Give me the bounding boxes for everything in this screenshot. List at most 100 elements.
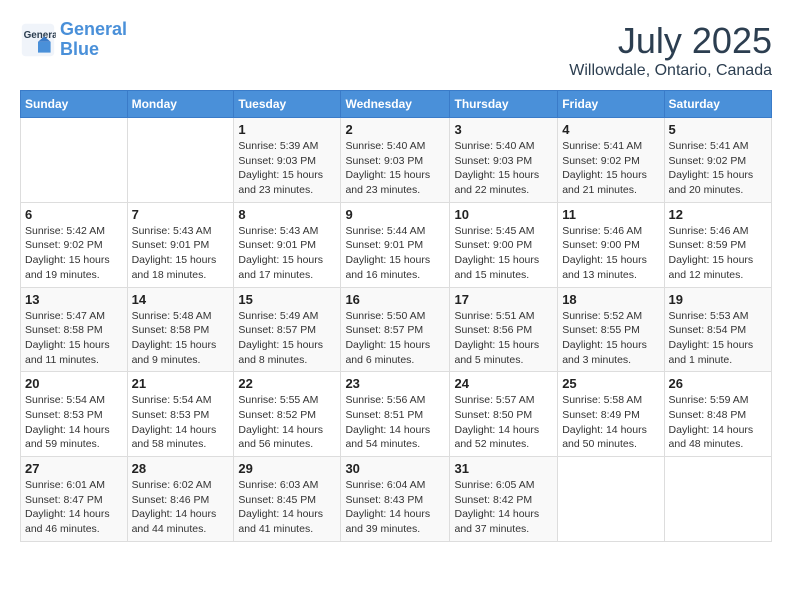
day-info: Sunrise: 5:46 AM Sunset: 8:59 PM Dayligh… [669,224,767,283]
calendar-cell: 29 Sunrise: 6:03 AM Sunset: 8:45 PM Dayli… [234,457,341,542]
day-number: 17 [454,292,553,307]
day-info: Sunrise: 6:04 AM Sunset: 8:43 PM Dayligh… [345,478,445,537]
calendar-cell: 3 Sunrise: 5:40 AM Sunset: 9:03 PM Daylig… [450,118,558,203]
calendar-week-row: 6 Sunrise: 5:42 AM Sunset: 9:02 PM Daylig… [21,202,772,287]
calendar-cell: 8 Sunrise: 5:43 AM Sunset: 9:01 PM Daylig… [234,202,341,287]
calendar-cell: 19 Sunrise: 5:53 AM Sunset: 8:54 PM Dayli… [664,287,771,372]
day-number: 21 [132,376,230,391]
calendar-cell: 16 Sunrise: 5:50 AM Sunset: 8:57 PM Dayli… [341,287,450,372]
day-number: 13 [25,292,123,307]
day-info: Sunrise: 5:54 AM Sunset: 8:53 PM Dayligh… [25,393,123,452]
calendar-cell: 17 Sunrise: 5:51 AM Sunset: 8:56 PM Dayli… [450,287,558,372]
calendar-cell: 1 Sunrise: 5:39 AM Sunset: 9:03 PM Daylig… [234,118,341,203]
day-number: 10 [454,207,553,222]
calendar-cell: 14Sunrise: 5:48 AM Sunset: 8:58 PM Dayli… [127,287,234,372]
day-number: 9 [345,207,445,222]
day-number: 24 [454,376,553,391]
calendar-table: SundayMondayTuesdayWednesdayThursdayFrid… [20,90,772,542]
calendar-cell: 13 Sunrise: 5:47 AM Sunset: 8:58 PM Dayli… [21,287,128,372]
location: Willowdale, Ontario, Canada [569,62,772,80]
svg-text:General: General [24,30,56,41]
day-of-week-header: Saturday [664,91,771,118]
day-info: Sunrise: 5:53 AM Sunset: 8:54 PM Dayligh… [669,309,767,368]
day-info: Sunrise: 5:45 AM Sunset: 9:00 PM Dayligh… [454,224,553,283]
calendar-cell: 18 Sunrise: 5:52 AM Sunset: 8:55 PM Dayli… [558,287,664,372]
day-number: 23 [345,376,445,391]
calendar-cell [127,118,234,203]
day-number: 5 [669,122,767,137]
calendar-cell: 25Sunrise: 5:58 AM Sunset: 8:49 PM Dayli… [558,372,664,457]
calendar-cell: 26Sunrise: 5:59 AM Sunset: 8:48 PM Dayli… [664,372,771,457]
day-number: 11 [562,207,659,222]
day-number: 31 [454,461,553,476]
calendar-cell: 7 Sunrise: 5:43 AM Sunset: 9:01 PM Daylig… [127,202,234,287]
calendar-cell: 2 Sunrise: 5:40 AM Sunset: 9:03 PM Daylig… [341,118,450,203]
calendar-cell: 23 Sunrise: 5:56 AM Sunset: 8:51 PM Dayli… [341,372,450,457]
day-number: 6 [25,207,123,222]
day-info: Sunrise: 5:39 AM Sunset: 9:03 PM Dayligh… [238,139,336,198]
day-of-week-header: Sunday [21,91,128,118]
page-header: General General Blue July 2025 Willowdal… [20,20,772,80]
day-info: Sunrise: 5:57 AM Sunset: 8:50 PM Dayligh… [454,393,553,452]
day-info: Sunrise: 5:44 AM Sunset: 9:01 PM Dayligh… [345,224,445,283]
calendar-cell: 4 Sunrise: 5:41 AM Sunset: 9:02 PM Daylig… [558,118,664,203]
day-info: Sunrise: 5:46 AM Sunset: 9:00 PM Dayligh… [562,224,659,283]
day-info: Sunrise: 5:59 AM Sunset: 8:48 PM Dayligh… [669,393,767,452]
day-info: Sunrise: 5:43 AM Sunset: 9:01 PM Dayligh… [238,224,336,283]
day-number: 1 [238,122,336,137]
calendar-cell: 9 Sunrise: 5:44 AM Sunset: 9:01 PM Daylig… [341,202,450,287]
calendar-cell: 12Sunrise: 5:46 AM Sunset: 8:59 PM Dayli… [664,202,771,287]
day-info: Sunrise: 5:55 AM Sunset: 8:52 PM Dayligh… [238,393,336,452]
month-title: July 2025 [569,20,772,62]
day-info: Sunrise: 5:56 AM Sunset: 8:51 PM Dayligh… [345,393,445,452]
day-number: 15 [238,292,336,307]
calendar-cell: 24 Sunrise: 5:57 AM Sunset: 8:50 PM Dayli… [450,372,558,457]
title-area: July 2025 Willowdale, Ontario, Canada [569,20,772,80]
day-info: Sunrise: 5:49 AM Sunset: 8:57 PM Dayligh… [238,309,336,368]
calendar-cell [664,457,771,542]
calendar-header-row: SundayMondayTuesdayWednesdayThursdayFrid… [21,91,772,118]
calendar-cell: 11 Sunrise: 5:46 AM Sunset: 9:00 PM Dayli… [558,202,664,287]
day-info: Sunrise: 5:43 AM Sunset: 9:01 PM Dayligh… [132,224,230,283]
day-info: Sunrise: 5:40 AM Sunset: 9:03 PM Dayligh… [345,139,445,198]
day-number: 7 [132,207,230,222]
calendar-cell: 31 Sunrise: 6:05 AM Sunset: 8:42 PM Dayli… [450,457,558,542]
day-number: 16 [345,292,445,307]
day-number: 29 [238,461,336,476]
day-number: 2 [345,122,445,137]
day-info: Sunrise: 6:03 AM Sunset: 8:45 PM Dayligh… [238,478,336,537]
day-number: 20 [25,376,123,391]
calendar-week-row: 13 Sunrise: 5:47 AM Sunset: 8:58 PM Dayli… [21,287,772,372]
calendar-cell: 30Sunrise: 6:04 AM Sunset: 8:43 PM Dayli… [341,457,450,542]
day-number: 3 [454,122,553,137]
day-info: Sunrise: 5:42 AM Sunset: 9:02 PM Dayligh… [25,224,123,283]
day-info: Sunrise: 5:40 AM Sunset: 9:03 PM Dayligh… [454,139,553,198]
calendar-cell: 22Sunrise: 5:55 AM Sunset: 8:52 PM Dayli… [234,372,341,457]
day-of-week-header: Tuesday [234,91,341,118]
day-info: Sunrise: 5:47 AM Sunset: 8:58 PM Dayligh… [25,309,123,368]
day-info: Sunrise: 6:05 AM Sunset: 8:42 PM Dayligh… [454,478,553,537]
calendar-week-row: 1 Sunrise: 5:39 AM Sunset: 9:03 PM Daylig… [21,118,772,203]
calendar-cell: 10 Sunrise: 5:45 AM Sunset: 9:00 PM Dayli… [450,202,558,287]
calendar-week-row: 27Sunrise: 6:01 AM Sunset: 8:47 PM Dayli… [21,457,772,542]
calendar-cell: 20 Sunrise: 5:54 AM Sunset: 8:53 PM Dayli… [21,372,128,457]
day-number: 8 [238,207,336,222]
day-info: Sunrise: 5:52 AM Sunset: 8:55 PM Dayligh… [562,309,659,368]
day-info: Sunrise: 5:51 AM Sunset: 8:56 PM Dayligh… [454,309,553,368]
day-number: 14 [132,292,230,307]
calendar-cell: 5Sunrise: 5:41 AM Sunset: 9:02 PM Daylig… [664,118,771,203]
day-info: Sunrise: 5:50 AM Sunset: 8:57 PM Dayligh… [345,309,445,368]
day-of-week-header: Thursday [450,91,558,118]
day-of-week-header: Friday [558,91,664,118]
calendar-cell [21,118,128,203]
day-number: 19 [669,292,767,307]
day-info: Sunrise: 6:02 AM Sunset: 8:46 PM Dayligh… [132,478,230,537]
day-of-week-header: Wednesday [341,91,450,118]
day-number: 18 [562,292,659,307]
day-number: 4 [562,122,659,137]
day-number: 27 [25,461,123,476]
day-info: Sunrise: 5:41 AM Sunset: 9:02 PM Dayligh… [562,139,659,198]
calendar-week-row: 20 Sunrise: 5:54 AM Sunset: 8:53 PM Dayli… [21,372,772,457]
calendar-cell: 21Sunrise: 5:54 AM Sunset: 8:53 PM Dayli… [127,372,234,457]
calendar-cell [558,457,664,542]
